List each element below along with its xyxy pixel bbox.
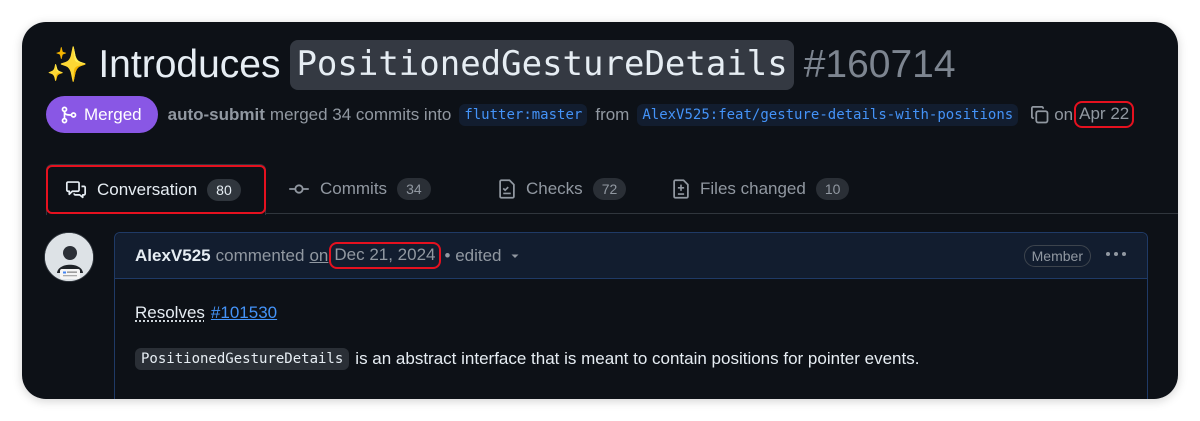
edited-dropdown[interactable]: • edited bbox=[445, 246, 502, 266]
pr-meta: Merged auto-submit merged 34 commits int… bbox=[46, 96, 1135, 133]
comment-on-link[interactable]: on bbox=[309, 246, 328, 266]
comment-verb: commented bbox=[215, 245, 305, 265]
inline-code: PositionedGestureDetails bbox=[135, 348, 350, 370]
file-diff-icon bbox=[673, 179, 689, 199]
pr-title: ✨ Introduces PositionedGestureDetails #1… bbox=[46, 40, 956, 90]
comment-box: AlexV525 commented on Dec 21, 2024 • edi… bbox=[114, 232, 1148, 399]
tab-count: 72 bbox=[592, 178, 627, 200]
tab-conversation[interactable]: Conversation 80 bbox=[46, 164, 266, 215]
tab-label: Checks bbox=[526, 179, 583, 198]
member-badge: Member bbox=[1023, 245, 1091, 267]
tab-count: 80 bbox=[207, 179, 241, 201]
state-label: Merged bbox=[84, 104, 142, 124]
copy-icon[interactable] bbox=[1030, 105, 1050, 125]
tab-files-changed[interactable]: Files changed 10 bbox=[672, 164, 850, 214]
resolves-text: Resolves bbox=[135, 303, 205, 322]
pr-number: #160714 bbox=[803, 43, 956, 86]
sparkles-emoji: ✨ bbox=[46, 46, 89, 84]
comment-header: AlexV525 commented on Dec 21, 2024 • edi… bbox=[115, 233, 1147, 279]
avatar[interactable] bbox=[44, 232, 94, 282]
description-line: PositionedGestureDetails is an abstract … bbox=[135, 347, 1127, 371]
on-text: on bbox=[1054, 104, 1074, 124]
tab-label: Files changed bbox=[700, 179, 806, 198]
comment-date[interactable]: Dec 21, 2024 bbox=[329, 242, 441, 269]
tab-count: 34 bbox=[397, 178, 431, 200]
git-commit-icon bbox=[289, 184, 309, 194]
tab-label: Commits bbox=[320, 179, 388, 198]
resolves-line: Resolves #101530 bbox=[135, 301, 1127, 325]
tab-label: Conversation bbox=[97, 180, 198, 199]
pull-request-panel: ✨ Introduces PositionedGestureDetails #1… bbox=[22, 22, 1178, 399]
merged-text: merged 34 commits into bbox=[269, 104, 452, 124]
issue-link[interactable]: #101530 bbox=[211, 303, 277, 323]
comment-author-link[interactable]: AlexV525 bbox=[135, 246, 211, 266]
pr-tabs: Conversation 80 Commits 34 Checks 72 Fil… bbox=[46, 164, 1178, 215]
pr-title-code: PositionedGestureDetails bbox=[290, 40, 794, 90]
tab-commits[interactable]: Commits 34 bbox=[288, 164, 431, 214]
merge-date[interactable]: Apr 22 bbox=[1074, 101, 1135, 128]
checklist-icon bbox=[499, 179, 515, 199]
git-merge-icon bbox=[61, 106, 77, 123]
base-branch[interactable]: flutter:master bbox=[459, 103, 588, 126]
comment-body: Resolves #101530 PositionedGestureDetail… bbox=[115, 279, 1147, 393]
merger-link[interactable]: auto-submit bbox=[168, 105, 265, 125]
triangle-down-icon[interactable] bbox=[510, 251, 520, 261]
tab-checks[interactable]: Checks 72 bbox=[498, 164, 627, 214]
merged-state-badge: Merged bbox=[46, 96, 158, 133]
head-branch[interactable]: AlexV525:feat/gesture-details-with-posit… bbox=[637, 103, 1019, 126]
from-text: from bbox=[595, 104, 630, 124]
pr-title-text: Introduces bbox=[98, 43, 281, 86]
description-text: is an abstract interface that is meant t… bbox=[355, 349, 920, 368]
tab-count: 10 bbox=[815, 178, 850, 200]
kebab-horizontal-icon[interactable] bbox=[1105, 244, 1127, 264]
comment-discussion-icon bbox=[65, 181, 87, 199]
